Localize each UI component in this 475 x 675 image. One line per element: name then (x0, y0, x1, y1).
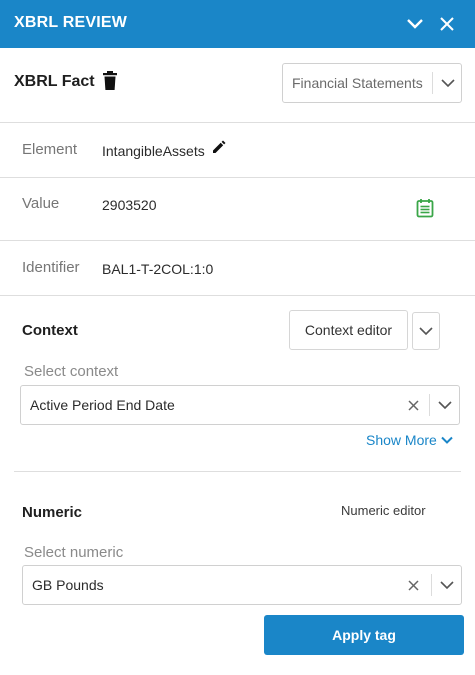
value-value: 2903520 (102, 197, 157, 213)
numeric-editor-link[interactable]: Numeric editor (341, 503, 426, 518)
statement-select-toggle[interactable] (433, 64, 463, 102)
apply-tag-button[interactable]: Apply tag (264, 615, 464, 655)
select-numeric-label: Select numeric (24, 544, 124, 561)
fact-title: XBRL Fact (14, 73, 95, 90)
context-select-toggle[interactable] (430, 386, 460, 424)
numeric-title: Numeric (22, 504, 83, 521)
chevron-down-icon (441, 436, 453, 444)
show-more-link[interactable]: Show More (366, 432, 453, 448)
trash-icon[interactable] (101, 71, 119, 91)
close-button[interactable] (433, 10, 461, 38)
identifier-label: Identifier (22, 259, 80, 276)
value-label: Value (22, 195, 60, 212)
calendar-icon[interactable] (416, 198, 434, 218)
statement-select[interactable]: Financial Statements (282, 63, 462, 103)
divider (0, 295, 475, 296)
element-label: Element (22, 141, 78, 158)
chevron-down-icon (438, 400, 452, 409)
panel-header: XBRL REVIEW (0, 0, 475, 48)
identifier-value: BAL1-T-2COL:1:0 (102, 261, 214, 277)
statement-select-value: Financial Statements (292, 75, 423, 91)
divider (0, 177, 475, 178)
show-more-label: Show More (366, 432, 437, 448)
numeric-select-toggle[interactable] (432, 566, 462, 604)
close-icon (440, 17, 454, 31)
numeric-select-value: GB Pounds (32, 577, 104, 593)
numeric-select[interactable]: GB Pounds (22, 565, 462, 605)
context-title: Context (22, 322, 78, 339)
context-editor-button[interactable]: Context editor (289, 310, 408, 350)
context-select[interactable]: Active Period End Date (20, 385, 460, 425)
clear-context-button[interactable] (401, 386, 425, 424)
chevron-down-icon (419, 326, 433, 335)
context-editor-dropdown[interactable] (412, 312, 440, 350)
select-context-label: Select context (24, 363, 119, 380)
collapse-button[interactable] (401, 10, 429, 38)
divider (14, 471, 461, 472)
divider (0, 122, 475, 123)
chevron-down-icon (441, 78, 455, 87)
chevron-down-icon (407, 19, 423, 29)
pencil-icon[interactable] (211, 139, 227, 155)
chevron-down-icon (440, 580, 454, 589)
close-icon (407, 579, 419, 591)
panel-title: XBRL REVIEW (14, 14, 128, 31)
divider (0, 240, 475, 241)
clear-numeric-button[interactable] (401, 566, 425, 604)
element-value: IntangibleAssets (102, 143, 205, 159)
context-select-value: Active Period End Date (30, 397, 175, 413)
close-icon (407, 399, 419, 411)
